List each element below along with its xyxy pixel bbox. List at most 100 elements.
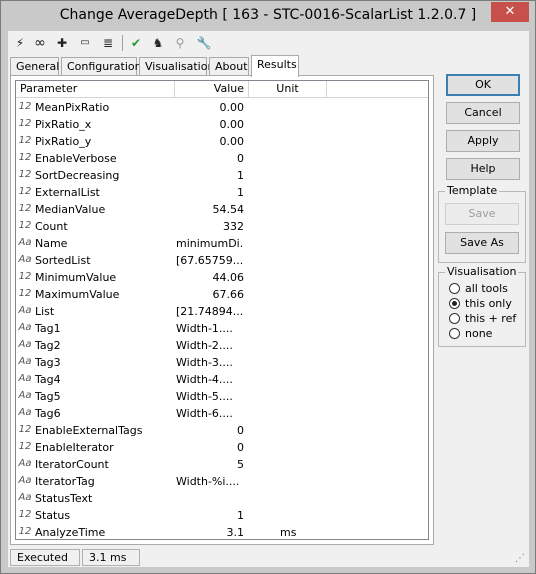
list-item[interactable]: 12 PixRatio_y 0.00 bbox=[16, 133, 428, 150]
list-item[interactable]: 12 MeanPixRatio 0.00 bbox=[16, 99, 428, 116]
status-time: 3.1 ms bbox=[82, 549, 140, 566]
radio-label: this + ref bbox=[465, 312, 517, 325]
ok-button[interactable]: OK bbox=[446, 74, 520, 96]
tab-general[interactable]: General bbox=[10, 57, 59, 76]
list-item[interactable]: Aa IteratorTag Width-%i.... bbox=[16, 473, 428, 490]
numeric-type-icon: 12 bbox=[18, 152, 32, 163]
parameter-value: 1 bbox=[237, 169, 244, 182]
parameter-name: Count bbox=[35, 220, 68, 233]
cancel-button[interactable]: Cancel bbox=[446, 102, 520, 124]
tab-configuration[interactable]: Configuration bbox=[61, 57, 142, 76]
dialog-window: Change AverageDepth [ 163 - STC-0016-Sca… bbox=[0, 0, 536, 574]
parameter-name: Tag2 bbox=[35, 339, 61, 352]
close-button[interactable]: ✕ bbox=[491, 2, 529, 22]
numeric-type-icon: 12 bbox=[18, 135, 32, 146]
numeric-type-icon: 12 bbox=[18, 118, 32, 129]
parameter-value: Width-5.... bbox=[176, 390, 233, 403]
parameter-value: 5 bbox=[237, 458, 244, 471]
results-list[interactable]: Parameter Value Unit 12 MeanPixRatio 0.00 1… bbox=[15, 80, 429, 540]
parameter-value: [21.74894... bbox=[176, 305, 244, 318]
radio-label: this only bbox=[465, 297, 512, 310]
parameter-name: PixRatio_x bbox=[35, 118, 92, 131]
check-icon[interactable]: ✔ bbox=[128, 35, 144, 51]
list-item[interactable]: Aa Tag5 Width-5.... bbox=[16, 388, 428, 405]
title-bar[interactable]: Change AverageDepth [ 163 - STC-0016-Sca… bbox=[1, 1, 535, 31]
numeric-type-icon: 12 bbox=[18, 220, 32, 231]
link-icon[interactable]: ∞ bbox=[32, 35, 48, 51]
tab-results[interactable]: Results bbox=[251, 55, 299, 77]
status-bar: Executed 3.1 ms ⋰ bbox=[8, 547, 529, 567]
radio-circle[interactable] bbox=[449, 313, 460, 324]
numeric-type-icon: 12 bbox=[18, 526, 32, 537]
template-save-button: Save bbox=[445, 203, 519, 225]
tab-visualisation[interactable]: Visualisation bbox=[139, 57, 214, 76]
list-item[interactable]: Aa Tag1 Width-1.... bbox=[16, 320, 428, 337]
list-item[interactable]: Aa StatusText bbox=[16, 490, 428, 507]
network-icon: ⚲ bbox=[175, 36, 185, 50]
tab-about[interactable]: About bbox=[209, 57, 249, 76]
radio-label: all tools bbox=[465, 282, 508, 295]
results-panel: Parameter Value Unit 12 MeanPixRatio 0.00 1… bbox=[10, 75, 434, 545]
wrench-icon[interactable]: 🔧 bbox=[196, 35, 212, 51]
column-header-value[interactable]: Value bbox=[175, 81, 249, 98]
list-item[interactable]: 12 MedianValue 54.54 bbox=[16, 201, 428, 218]
parameter-value: 0.00 bbox=[219, 135, 245, 148]
list-item[interactable]: Aa Tag4 Width-4.... bbox=[16, 371, 428, 388]
text-type-icon: Aa bbox=[18, 254, 32, 265]
list-item[interactable]: Aa SortedList [67.65759... bbox=[16, 252, 428, 269]
list-item[interactable]: Aa List [21.74894... bbox=[16, 303, 428, 320]
list-item[interactable]: Aa Name minimumDi... bbox=[16, 235, 428, 252]
parameter-value: minimumDi... bbox=[176, 237, 244, 250]
parameter-unit: ms bbox=[280, 526, 297, 539]
list-item[interactable]: 12 MinimumValue 44.06 bbox=[16, 269, 428, 286]
radio-circle[interactable] bbox=[449, 298, 460, 309]
help-button[interactable]: Help bbox=[446, 158, 520, 180]
list-item[interactable]: 12 ExternalList 1 bbox=[16, 184, 428, 201]
visualisation-group: Visualisation all tools this only this + r… bbox=[438, 265, 526, 347]
console-icon[interactable]: ▭ bbox=[77, 35, 93, 51]
list-item[interactable]: 12 EnableExternalTags 0 bbox=[16, 422, 428, 439]
document-icon[interactable]: ≣ bbox=[100, 35, 116, 51]
list-item[interactable]: 12 Count 332 bbox=[16, 218, 428, 235]
parameter-name: EnableExternalTags bbox=[35, 424, 143, 437]
template-group: Template Save Save As bbox=[438, 184, 526, 263]
template-save-as-button[interactable]: Save As bbox=[445, 232, 519, 254]
radio-circle[interactable] bbox=[449, 328, 460, 339]
list-item[interactable]: 12 PixRatio_x 0.00 bbox=[16, 116, 428, 133]
list-item[interactable]: Aa IteratorCount 5 bbox=[16, 456, 428, 473]
lightning-icon[interactable]: ⚡ bbox=[12, 35, 28, 51]
parameter-value: Width-2.... bbox=[176, 339, 233, 352]
text-type-icon: Aa bbox=[18, 322, 32, 333]
parameter-value: Width-6.... bbox=[176, 407, 233, 420]
parameter-value: Width-4.... bbox=[176, 373, 233, 386]
text-type-icon: Aa bbox=[18, 305, 32, 316]
list-item[interactable]: 12 EnableIterator 0 bbox=[16, 439, 428, 456]
parameter-name: IteratorTag bbox=[35, 475, 95, 488]
run-icon[interactable]: ♞ bbox=[150, 35, 166, 51]
list-item[interactable]: 12 MaximumValue 67.66 bbox=[16, 286, 428, 303]
apply-button[interactable]: Apply bbox=[446, 130, 520, 152]
parameter-name: EnableVerbose bbox=[35, 152, 117, 165]
list-item[interactable]: 12 AnalyzeTime 3.1 ms bbox=[16, 524, 428, 539]
list-item[interactable]: Aa Tag2 Width-2.... bbox=[16, 337, 428, 354]
text-type-icon: Aa bbox=[18, 237, 32, 248]
column-header-unit[interactable]: Unit bbox=[249, 81, 327, 98]
parameter-name: Name bbox=[35, 237, 68, 250]
parameter-value: 67.66 bbox=[212, 288, 245, 301]
numeric-type-icon: 12 bbox=[18, 203, 32, 214]
parameter-value: 44.06 bbox=[212, 271, 245, 284]
list-item[interactable]: 12 EnableVerbose 0 bbox=[16, 150, 428, 167]
text-type-icon: Aa bbox=[18, 407, 32, 418]
parameter-value: 0 bbox=[237, 152, 244, 165]
parameter-value: 1 bbox=[237, 186, 244, 199]
puzzle-icon[interactable]: ✚ bbox=[54, 35, 70, 51]
radio-circle[interactable] bbox=[449, 283, 460, 294]
template-group-title: Template bbox=[445, 184, 500, 197]
list-item[interactable]: 12 Status 1 bbox=[16, 507, 428, 524]
list-item[interactable]: Aa Tag6 Width-6.... bbox=[16, 405, 428, 422]
resize-grip-icon[interactable]: ⋰ bbox=[515, 553, 527, 565]
list-item[interactable]: 12 SortDecreasing 1 bbox=[16, 167, 428, 184]
column-header-parameter[interactable]: Parameter bbox=[16, 81, 175, 98]
list-item[interactable]: Aa Tag3 Width-3.... bbox=[16, 354, 428, 371]
parameter-name: List bbox=[35, 305, 55, 318]
